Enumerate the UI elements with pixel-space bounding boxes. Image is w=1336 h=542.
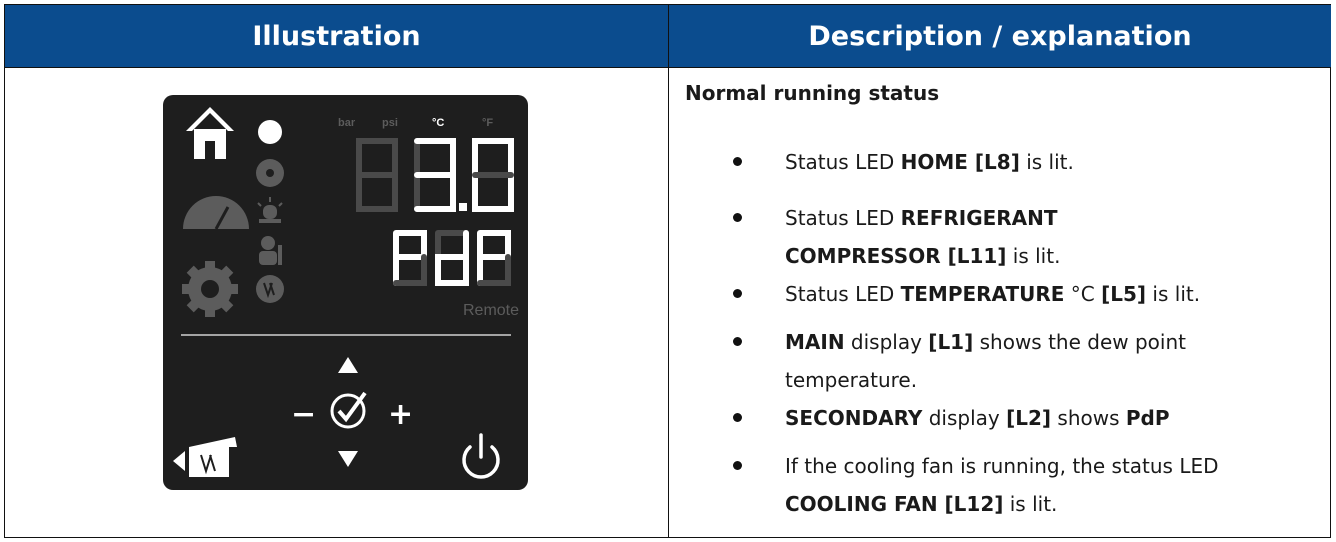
header-illustration: Illustration xyxy=(5,5,668,67)
controller-panel-illustration: bar psi °C °F Remote − + xyxy=(163,95,528,490)
unit-bar: bar xyxy=(338,117,356,129)
unit-psi: psi xyxy=(382,117,398,129)
bullet-item-main-display: MAIN display [L1] shows the dew point te… xyxy=(785,330,1186,392)
bullet-dot xyxy=(733,289,742,298)
minus-button: − xyxy=(291,397,316,432)
header-divider xyxy=(5,67,1331,68)
bullet-dot xyxy=(733,413,742,422)
description-title: Normal running status xyxy=(685,81,940,105)
unit-fahrenheit: °F xyxy=(482,117,493,129)
plus-button: + xyxy=(388,397,413,432)
bullet-item-compressor: Status LED REFRIGERANT COMPRESSOR [L11] … xyxy=(785,206,1061,268)
bullet-item-secondary-display: SECONDARY display [L2] shows PdP xyxy=(785,406,1170,430)
refrigerant-compressor-icon xyxy=(258,120,282,144)
bullet-item-home: Status LED HOME [L8] is lit. xyxy=(785,150,1074,174)
cooling-fan-icon xyxy=(256,159,284,187)
gear-icon xyxy=(182,261,238,317)
bullet-dot xyxy=(733,157,742,166)
bullet-dot xyxy=(733,461,742,470)
bullet-item-cooling-fan: If the cooling fan is running, the statu… xyxy=(785,454,1219,516)
bullet-dot xyxy=(733,337,742,346)
drain-icon xyxy=(256,275,284,303)
unit-celsius: °C xyxy=(432,117,444,129)
bullet-dot xyxy=(733,213,742,222)
remote-label: Remote xyxy=(463,302,519,319)
description-table: Illustration Description / explanation b… xyxy=(4,4,1331,538)
column-divider xyxy=(668,5,669,538)
bullet-item-temperature: Status LED TEMPERATURE °C [L5] is lit. xyxy=(785,282,1201,306)
header-description: Description / explanation xyxy=(669,5,1331,67)
